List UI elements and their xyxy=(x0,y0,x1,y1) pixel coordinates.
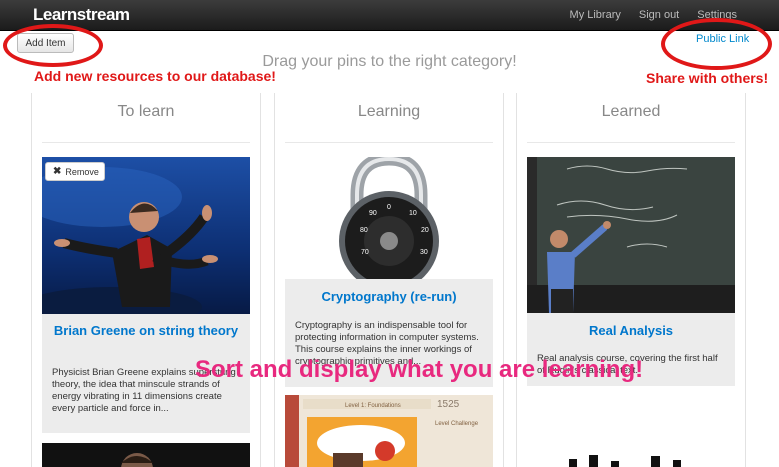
close-icon: ✖ xyxy=(53,166,62,177)
svg-text:10: 10 xyxy=(409,210,417,217)
brand-logo[interactable]: Learnstream xyxy=(33,5,130,25)
svg-text:30: 30 xyxy=(420,249,428,256)
game-level-thumbnail[interactable]: Level 1: Foundations 1525 Level Challeng… xyxy=(285,395,493,467)
column-title: To learn xyxy=(117,103,175,120)
nav-my-library[interactable]: My Library xyxy=(570,9,621,21)
game-level-title: Level 1: Foundations xyxy=(345,403,401,409)
svg-text:70: 70 xyxy=(361,249,369,256)
share-annotation: Share with others! xyxy=(646,70,769,86)
next-card-thumbnail[interactable] xyxy=(527,453,735,467)
column-title: Learning xyxy=(357,103,421,120)
add-resources-annotation: Add new resources to our database! xyxy=(34,68,276,84)
svg-text:0: 0 xyxy=(387,204,391,211)
remove-label: Remove xyxy=(65,166,99,177)
game-challenge-label: Level Challenge xyxy=(435,421,479,427)
next-card-thumbnail[interactable] xyxy=(42,443,250,467)
public-link-highlight-ring xyxy=(661,18,772,70)
column-divider xyxy=(285,142,493,143)
card-title[interactable]: Cryptography (re-run) xyxy=(293,289,485,304)
nav-sign-out[interactable]: Sign out xyxy=(639,9,679,21)
add-item-highlight-ring xyxy=(3,24,103,67)
column-title: Learned xyxy=(601,103,661,120)
game-score: 1525 xyxy=(437,399,460,410)
navbar: Learnstream My Library Sign out Settings xyxy=(0,0,779,31)
real-analysis-thumbnail[interactable] xyxy=(527,157,735,313)
card-title[interactable]: Real Analysis xyxy=(535,323,727,338)
column-learned: Learned Real Analysis Real analysis cour… xyxy=(516,93,746,467)
remove-button[interactable]: ✖ Remove xyxy=(45,162,105,181)
svg-text:80: 80 xyxy=(360,227,368,234)
svg-text:20: 20 xyxy=(421,227,429,234)
column-to-learn: To learn ✖ Remove Brian Greene on string… xyxy=(31,93,261,467)
sort-annotation: Sort and display what you are learning! xyxy=(195,356,644,383)
card-title[interactable]: Brian Greene on string theory xyxy=(50,323,242,338)
svg-text:90: 90 xyxy=(369,210,377,217)
column-learning: Learning 0 10 20 30 70 80 90 Cryptograph… xyxy=(274,93,504,467)
column-divider xyxy=(42,142,250,143)
column-divider xyxy=(527,142,735,143)
padlock-thumbnail[interactable]: 0 10 20 30 70 80 90 xyxy=(285,157,493,279)
